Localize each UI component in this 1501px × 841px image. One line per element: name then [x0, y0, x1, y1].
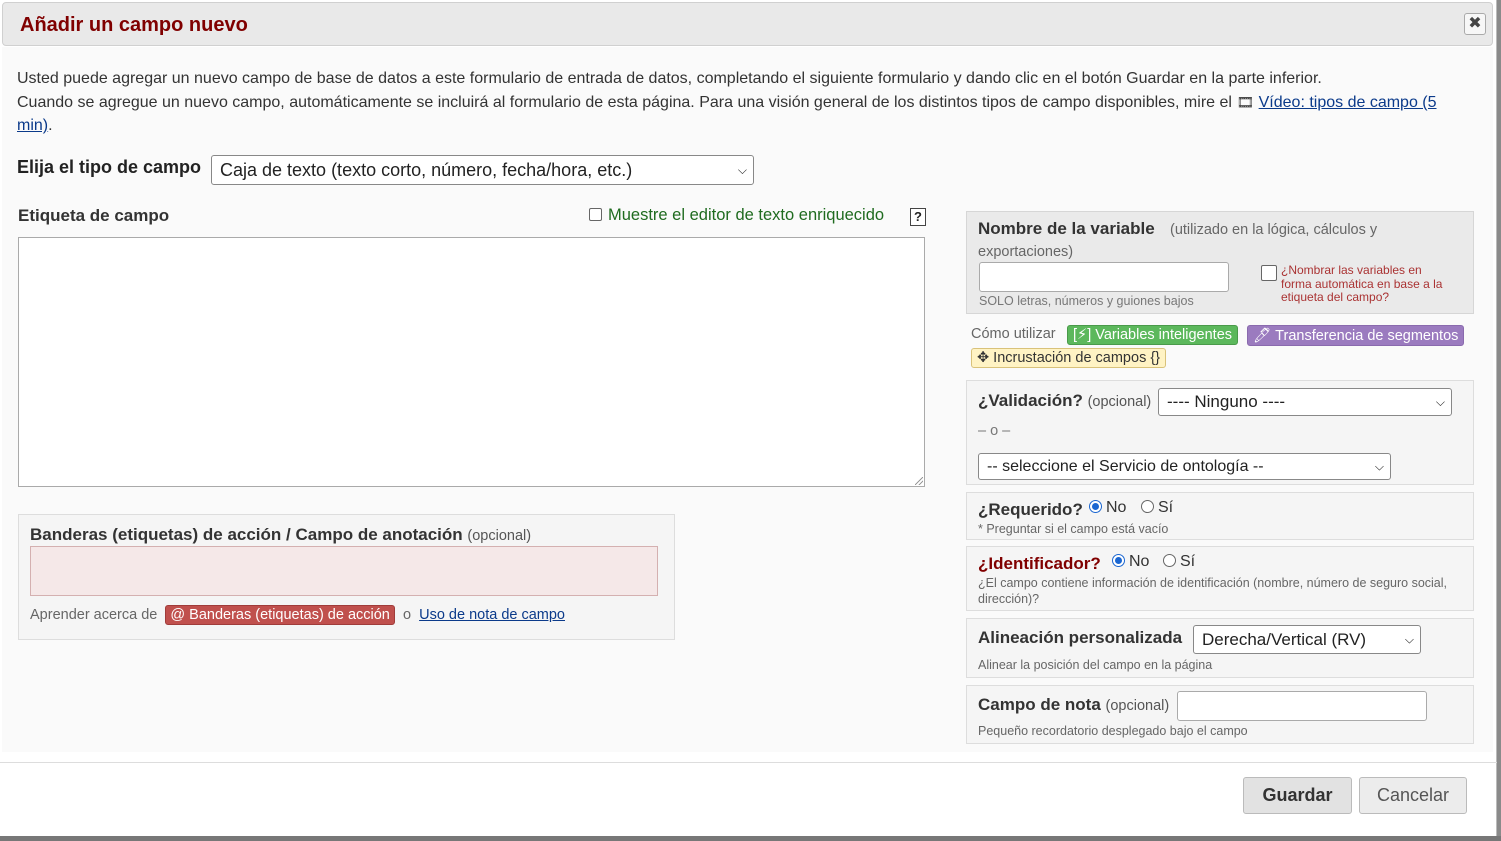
action-tags-input[interactable]	[30, 546, 658, 596]
field-type-value: Caja de texto (texto corto, número, fech…	[220, 160, 633, 180]
field-label-textarea[interactable]	[18, 237, 925, 487]
action-tags-optional: (opcional)	[467, 528, 532, 544]
action-tags-title: Banderas (etiquetas) de acción / Campo d…	[30, 525, 531, 545]
variable-title: Nombre de la variable	[978, 219, 1155, 238]
chevron-down-icon: ⌵	[737, 163, 747, 177]
help-icon[interactable]: ?	[910, 208, 926, 226]
identifier-yes-option[interactable]: Sí	[1163, 553, 1195, 571]
rich-text-label: Muestre el editor de texto enriquecido	[608, 206, 885, 224]
alignment-title: Alineación personalizada	[978, 628, 1183, 647]
identifier-box: ¿Identificador? No Sí ¿El campo contiene…	[966, 546, 1474, 611]
learn-or: o	[402, 607, 412, 623]
auto-name-checkbox[interactable]	[1261, 265, 1277, 281]
required-yes-radio[interactable]	[1141, 500, 1154, 513]
alignment-select[interactable]: Derecha/Vertical (RV) ⌵	[1193, 625, 1421, 654]
learn-prefix: Aprender acerca de	[30, 607, 158, 623]
alignment-hint: Alinear la posición del campo en la pági…	[978, 658, 1213, 672]
required-yes-label: Sí	[1158, 499, 1174, 516]
required-yes-option[interactable]: Sí	[1141, 499, 1173, 517]
alignment-value: Derecha/Vertical (RV)	[1202, 630, 1367, 649]
required-no-radio[interactable]	[1089, 500, 1102, 513]
identifier-hint: ¿El campo contiene información de identi…	[978, 576, 1447, 606]
chevron-down-icon: ⌵	[1374, 459, 1384, 473]
close-icon[interactable]: ✖	[1464, 13, 1486, 35]
resize-handle-icon[interactable]	[915, 477, 923, 485]
save-button[interactable]: Guardar	[1243, 777, 1352, 814]
rich-text-toggle[interactable]: Muestre el editor de texto enriquecido	[589, 206, 884, 225]
rich-text-checkbox[interactable]	[589, 208, 602, 221]
ontology-select[interactable]: -- seleccione el Servicio de ontología -…	[978, 453, 1391, 480]
action-tags-box: Banderas (etiquetas) de acción / Campo d…	[18, 514, 675, 640]
ontology-value: -- seleccione el Servicio de ontología -…	[987, 458, 1264, 475]
variable-name-box: (utilizado en la lógica, cálculos y expo…	[966, 211, 1474, 314]
intro-line1: Usted puede agregar un nuevo campo de ba…	[17, 70, 1322, 87]
validation-title: ¿Validación? (opcional)	[978, 391, 1151, 411]
required-box: ¿Requerido? No Sí * Preguntar si el camp…	[966, 492, 1474, 540]
intro-line2: Cuando se agregue un nuevo campo, automá…	[17, 93, 1237, 111]
field-label-title: Etiqueta de campo	[18, 206, 170, 225]
field-note-input[interactable]	[1177, 691, 1427, 721]
identifier-title: ¿Identificador?	[978, 554, 1101, 573]
dialog-title: Añadir un campo nuevo	[20, 14, 248, 36]
validation-title-text: ¿Validación?	[978, 391, 1083, 410]
piping-button[interactable]: 🖊 Transferencia de segmentos	[1247, 325, 1465, 346]
add-field-dialog: Añadir un campo nuevo ✖ Usted puede agre…	[0, 0, 1497, 836]
identifier-yes-radio[interactable]	[1163, 554, 1176, 567]
action-tags-badge-button[interactable]: @ Banderas (etiquetas) de acción	[165, 605, 395, 625]
action-tags-separator: /	[281, 525, 296, 544]
field-note-hint: Pequeño recordatorio desplegado bajo el …	[978, 724, 1248, 738]
auto-name-option[interactable]: ¿Nombrar las variables en forma automáti…	[1261, 263, 1451, 305]
smart-variables-button[interactable]: [⚡] Variables inteligentes	[1067, 325, 1239, 345]
identifier-yes-label: Sí	[1180, 553, 1196, 570]
alignment-box: Alineación personalizada Derecha/Vertica…	[966, 618, 1474, 678]
identifier-no-option[interactable]: No	[1112, 553, 1149, 571]
chevron-down-icon: ⌵	[1435, 395, 1445, 409]
validation-value: ---- Ninguno ----	[1167, 392, 1286, 411]
validation-select[interactable]: ---- Ninguno ---- ⌵	[1158, 388, 1452, 416]
required-hint: * Preguntar si el campo está vacío	[978, 522, 1169, 536]
variable-hint: SOLO letras, números y guiones bajos	[979, 294, 1194, 308]
identifier-no-label: No	[1129, 553, 1150, 570]
field-note-title: Campo de nota (opcional)	[978, 695, 1169, 715]
required-no-label: No	[1106, 499, 1127, 516]
chevron-down-icon: ⌵	[1404, 632, 1414, 646]
action-tags-title-1: Banderas (etiquetas) de acción	[30, 525, 282, 544]
intro-text: Usted puede agregar un nuevo campo de ba…	[17, 67, 1457, 138]
dialog-titlebar: Añadir un campo nuevo ✖	[2, 2, 1493, 46]
field-type-label: Elija el tipo de campo	[17, 157, 202, 177]
field-embedding-button[interactable]: ✥ Incrustación de campos {}	[971, 348, 1167, 368]
intro-line2-end: .	[48, 117, 53, 134]
footer-divider	[0, 762, 1497, 763]
validation-optional: (opcional)	[1087, 394, 1152, 410]
cancel-button[interactable]: Cancelar	[1359, 777, 1467, 814]
action-tags-title-2: Campo de anotación	[295, 525, 463, 544]
field-note-optional: (opcional)	[1105, 698, 1170, 714]
required-title: ¿Requerido?	[978, 500, 1083, 519]
action-tags-learn: Aprender acerca de @ Banderas (etiquetas…	[30, 605, 565, 625]
identifier-no-radio[interactable]	[1112, 554, 1125, 567]
required-no-option[interactable]: No	[1089, 499, 1126, 517]
howto-label: Cómo utilizar	[971, 326, 1056, 342]
variable-name-input[interactable]	[979, 262, 1229, 292]
auto-name-label: ¿Nombrar las variables en forma automáti…	[1281, 263, 1443, 304]
film-icon: 🎞	[1236, 93, 1255, 110]
validation-box: ¿Validación? (opcional) ---- Ninguno ---…	[966, 380, 1474, 485]
field-note-link[interactable]: Uso de nota de campo	[419, 607, 565, 623]
field-note-title-text: Campo de nota	[978, 695, 1101, 714]
field-note-box: Campo de nota (opcional) Pequeño recorda…	[966, 685, 1474, 744]
field-type-select[interactable]: Caja de texto (texto corto, número, fech…	[211, 155, 754, 185]
background-page	[0, 836, 1501, 841]
validation-or: – o –	[978, 423, 1011, 439]
